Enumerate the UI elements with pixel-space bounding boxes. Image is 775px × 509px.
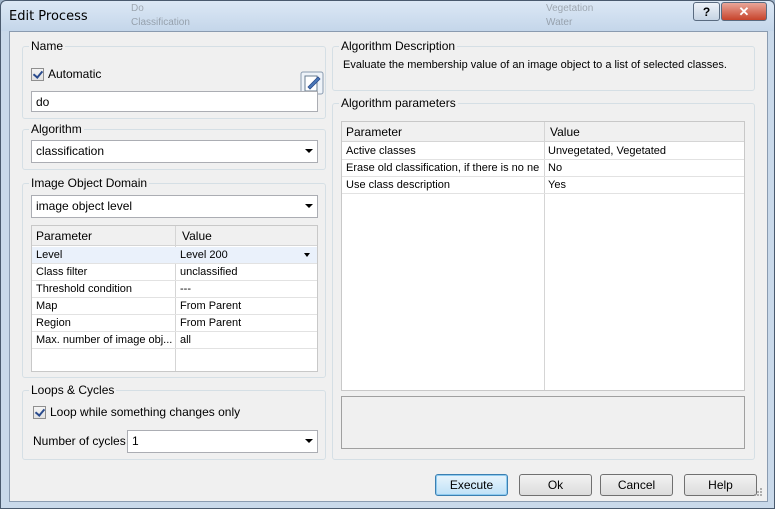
row-value: Unvegetated, Vegetated xyxy=(548,145,667,157)
background-tree-item: Classification xyxy=(131,17,190,28)
cancel-button[interactable]: Cancel xyxy=(600,474,673,496)
automatic-label: Automatic xyxy=(48,67,102,81)
automatic-checkbox[interactable]: Automatic xyxy=(31,67,101,81)
row-value: From Parent xyxy=(180,317,242,329)
column-header-parameter[interactable]: Parameter xyxy=(36,229,92,243)
row-param: Erase old classification, if there is no… xyxy=(346,162,540,174)
cycles-select[interactable]: 1 xyxy=(127,430,318,453)
image-object-domain-group: Image Object Domain image object level P… xyxy=(22,176,326,378)
algorithm-group: Algorithm classification xyxy=(22,122,326,170)
row-param: Use class description xyxy=(346,179,450,191)
background-tree: Do Classification Vegetation Water xyxy=(91,1,681,31)
loops-group-label: Loops & Cycles xyxy=(29,383,117,397)
window-title: Edit Process xyxy=(9,9,88,24)
row-value: From Parent xyxy=(180,300,242,312)
parameter-description-box xyxy=(341,396,745,449)
row-value: --- xyxy=(180,283,191,295)
row-param: Active classes xyxy=(346,145,416,157)
chevron-down-icon xyxy=(305,149,313,153)
cycles-label: Number of cycles xyxy=(33,434,126,448)
background-tree-item: Do xyxy=(131,3,144,14)
column-header-parameter[interactable]: Parameter xyxy=(346,125,402,139)
resize-grip-icon[interactable] xyxy=(753,487,763,497)
row-value: Yes xyxy=(548,179,566,191)
column-header-value[interactable]: Value xyxy=(550,125,580,139)
table-row[interactable]: Active classes Unvegetated, Vegetated xyxy=(342,143,744,160)
background-tree-item: Water xyxy=(546,17,573,28)
edit-process-window: Do Classification Vegetation Water Edit … xyxy=(0,0,775,509)
domain-parameter-grid: Parameter Value Level Level 200 Class fi… xyxy=(31,225,318,372)
row-param: Class filter xyxy=(36,266,88,278)
row-value: unclassified xyxy=(180,266,238,278)
close-button[interactable]: ✕ xyxy=(721,2,767,21)
domain-group-label: Image Object Domain xyxy=(29,176,150,190)
ok-button[interactable]: Ok xyxy=(519,474,592,496)
table-row[interactable]: Erase old classification, if there is no… xyxy=(342,160,744,177)
algorithm-parameter-grid: Parameter Value Active classes Unvegetat… xyxy=(341,121,745,391)
name-group-label: Name xyxy=(29,39,66,53)
cycles-value: 1 xyxy=(132,434,139,448)
algorithm-description-group: Algorithm Description Evaluate the membe… xyxy=(332,39,755,91)
dialog-client: Name Automatic do Algorithm classificati… xyxy=(9,31,768,502)
background-tree-item: Vegetation xyxy=(546,3,594,14)
algorithm-parameters-group: Algorithm parameters Parameter Value Act… xyxy=(332,96,755,460)
chevron-down-icon xyxy=(305,439,313,443)
column-header-value[interactable]: Value xyxy=(182,229,212,243)
row-value: all xyxy=(180,334,192,346)
algorithm-group-label: Algorithm xyxy=(29,122,84,136)
table-row[interactable]: Class filter unclassified xyxy=(32,264,317,281)
execute-button[interactable]: Execute xyxy=(435,474,508,496)
name-input[interactable]: do xyxy=(31,91,318,112)
row-param: Max. number of image obj... xyxy=(36,334,172,346)
domain-select[interactable]: image object level xyxy=(31,195,318,218)
loops-cycles-group: Loops & Cycles Loop while something chan… xyxy=(22,383,326,460)
name-group: Name Automatic do xyxy=(22,39,326,119)
chevron-down-icon[interactable] xyxy=(304,253,310,257)
algorithm-select[interactable]: classification xyxy=(31,140,318,163)
domain-selected-value: image object level xyxy=(36,199,133,213)
row-param: Region xyxy=(36,317,71,329)
description-group-label: Algorithm Description xyxy=(339,39,458,53)
row-value: Level 200 xyxy=(180,249,228,261)
table-row[interactable]: Use class description Yes xyxy=(342,177,744,194)
title-bar[interactable]: Do Classification Vegetation Water Edit … xyxy=(1,1,774,31)
checkbox-check-icon[interactable] xyxy=(31,67,44,81)
table-row[interactable]: Map From Parent xyxy=(32,298,317,315)
row-param: Level xyxy=(36,249,63,261)
table-row[interactable]: Threshold condition --- xyxy=(32,281,317,298)
row-param: Map xyxy=(36,300,58,312)
chevron-down-icon xyxy=(305,204,313,208)
row-value: No xyxy=(548,162,563,174)
description-text: Evaluate the membership value of an imag… xyxy=(343,59,727,71)
row-param: Threshold condition xyxy=(36,283,133,295)
help-button[interactable]: Help xyxy=(684,474,757,496)
table-row[interactable]: Region From Parent xyxy=(32,315,317,332)
params-group-label: Algorithm parameters xyxy=(339,96,458,110)
loop-checkbox[interactable]: Loop while something changes only xyxy=(33,405,240,419)
grid-header: Parameter Value xyxy=(342,122,744,142)
checkbox-check-icon[interactable] xyxy=(33,405,46,419)
help-title-button[interactable]: ? xyxy=(693,2,720,21)
table-row[interactable]: Max. number of image obj... all xyxy=(32,332,317,349)
table-row[interactable]: Level Level 200 xyxy=(32,247,317,264)
algorithm-selected-value: classification xyxy=(36,144,105,158)
loop-label: Loop while something changes only xyxy=(50,405,241,419)
